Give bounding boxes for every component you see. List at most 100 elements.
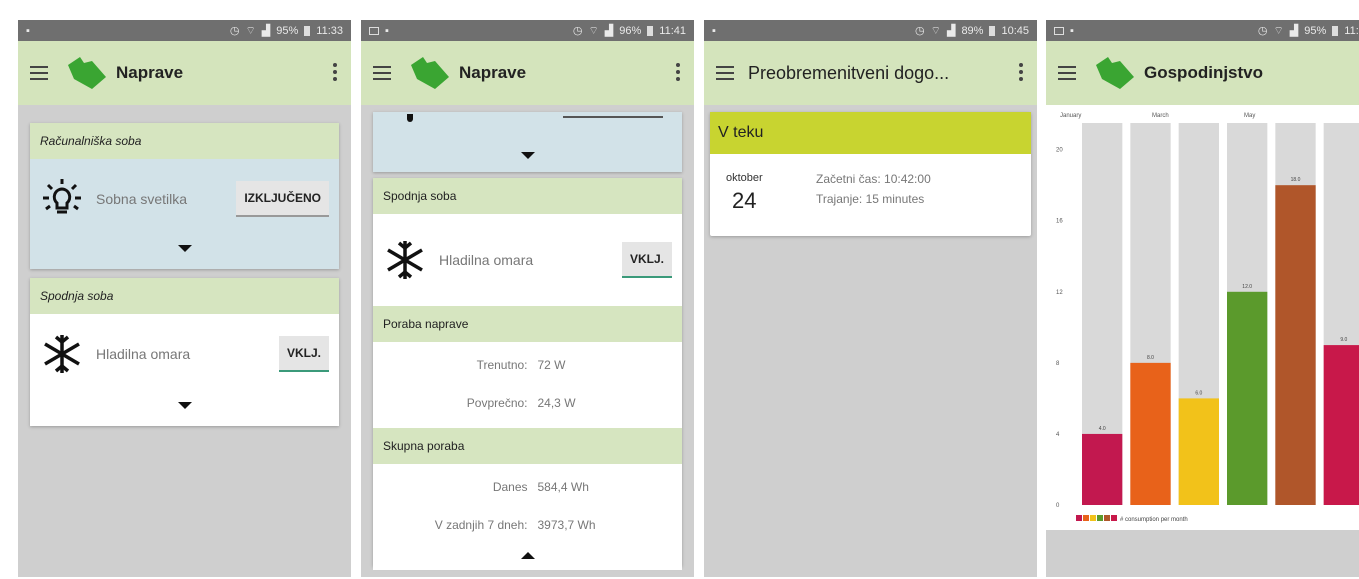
menu-icon[interactable] xyxy=(373,66,391,80)
event-card[interactable]: V teku oktober 24 Začetni čas: 10:42:00 … xyxy=(710,112,1031,236)
y-tick-label: 0 xyxy=(1056,503,1060,509)
clock: 11:34 xyxy=(1344,24,1359,37)
clock: 11:41 xyxy=(659,24,686,37)
column-header-label: March xyxy=(1152,113,1169,119)
app-logo xyxy=(68,57,106,89)
y-tick-label: 16 xyxy=(1056,219,1063,225)
battery-icon xyxy=(1332,25,1339,36)
scroll-fragment xyxy=(563,116,663,118)
toggle-button[interactable]: IZKLJUČENO xyxy=(236,181,329,217)
room-title: Spodnja soba xyxy=(30,278,339,314)
legend-swatch xyxy=(1083,515,1089,521)
alarm-icon: ◷ xyxy=(229,25,240,37)
status-bar: ▪ ◷ ⌔ ▟ 95% 11:33 xyxy=(18,20,351,41)
status-bar: ▪ ◷ ⌔ ▟ 96% 11:41 xyxy=(361,20,694,41)
battery-percent: 89% xyxy=(961,24,984,37)
screenshot-icon xyxy=(369,26,379,35)
bar xyxy=(1130,362,1171,505)
expand-icon[interactable] xyxy=(177,245,192,252)
kv-row: V zadnjih 7 dneh: 3973,7 Wh xyxy=(373,506,682,544)
chart-panel: January March May 0 4 8 12 16 20 4.0 8.0 6.0 12.0 18.… xyxy=(1046,105,1359,530)
snowflake-icon xyxy=(387,241,423,279)
screen-overload-events: ▪ ◷ ⌔ ▟ 89% 10:45 Preobremenitveni dogo.… xyxy=(704,20,1037,577)
legend-label: # consumption per month xyxy=(1120,517,1188,523)
current-label: Trenutno: xyxy=(476,358,528,372)
battery-percent: 95% xyxy=(276,24,299,37)
menu-icon[interactable] xyxy=(716,66,734,80)
app-logo xyxy=(411,57,449,89)
today-value: 584,4 Wh xyxy=(537,480,589,494)
bar xyxy=(1082,433,1123,505)
current-value: 72 W xyxy=(537,358,566,372)
screen-device-detail: ▪ ◷ ⌔ ▟ 96% 11:41 Naprave Spodnja soba H… xyxy=(361,20,694,577)
expand-icon[interactable] xyxy=(177,402,192,409)
legend-swatch xyxy=(1104,515,1110,521)
page-title: Naprave xyxy=(116,63,184,82)
room-card-partial xyxy=(373,112,682,172)
kv-row: Trenutno: 72 W xyxy=(373,346,682,384)
event-month: oktober xyxy=(726,172,763,184)
collapse-bar[interactable] xyxy=(373,542,682,570)
battery-percent: 96% xyxy=(619,24,642,37)
page-title: Preobremenitveni dogo... xyxy=(748,62,950,83)
collapse-icon[interactable] xyxy=(520,552,535,559)
data-label: 6.0 xyxy=(1195,390,1202,396)
room-title: Spodnja soba xyxy=(373,178,682,214)
toggle-button[interactable]: VKLJ. xyxy=(278,336,329,372)
column-header-label: May xyxy=(1244,113,1255,119)
app-bar: Naprave xyxy=(361,41,694,105)
data-label: 4.0 xyxy=(1099,426,1106,432)
column-header-label: January xyxy=(1060,113,1081,119)
status-bar: ▪ ◷ ⌔ ▟ 95% 11:34 xyxy=(1046,20,1359,41)
expand-icon[interactable] xyxy=(520,152,535,159)
y-tick-label: 8 xyxy=(1056,361,1060,367)
wifi-icon: ⌔ xyxy=(245,24,256,37)
clock: 10:45 xyxy=(1001,24,1029,37)
week-label: V zadnjih 7 dneh: xyxy=(434,518,528,532)
kv-row: Povprečno: 24,3 W xyxy=(373,384,682,422)
notification-icon: ▪ xyxy=(712,24,716,37)
app-bar: Naprave xyxy=(18,41,351,105)
status-bar: ▪ ◷ ⌔ ▟ 89% 10:45 xyxy=(704,20,1037,41)
legend-swatch xyxy=(1111,515,1117,521)
data-label: 18.0 xyxy=(1291,177,1301,183)
device-detail-card: Spodnja soba Hladilna omara VKLJ. Poraba… xyxy=(373,178,682,566)
data-label: 12.0 xyxy=(1242,284,1252,290)
legend-swatch xyxy=(1090,515,1096,521)
alarm-icon: ◷ xyxy=(1257,25,1268,37)
menu-icon[interactable] xyxy=(1058,66,1076,80)
signal-icon: ▟ xyxy=(1289,25,1299,37)
section-title: V teku xyxy=(710,112,1031,154)
lightbulb-icon xyxy=(43,179,81,214)
screen-devices: ▪ ◷ ⌔ ▟ 95% 11:33 Naprave Računalniška s… xyxy=(18,20,351,577)
bar xyxy=(1227,291,1268,505)
notification-icon: ▪ xyxy=(26,24,30,37)
app-bar: Preobremenitveni dogo... xyxy=(704,41,1037,105)
device-name: Hladilna omara xyxy=(439,252,534,268)
y-tick-label: 4 xyxy=(1056,432,1060,438)
overflow-menu-icon[interactable] xyxy=(1019,63,1023,81)
signal-icon: ▟ xyxy=(261,25,271,37)
scroll-fragment xyxy=(407,114,413,122)
battery-icon xyxy=(989,25,996,36)
notification-icon: ▪ xyxy=(1070,24,1074,37)
room-title: Računalniška soba xyxy=(30,123,339,159)
toggle-button[interactable]: VKLJ. xyxy=(621,242,672,278)
kv-row: Danes 584,4 Wh xyxy=(373,468,682,506)
notification-icon: ▪ xyxy=(385,24,389,37)
screenshot-icon xyxy=(1054,26,1064,35)
average-value: 24,3 W xyxy=(537,396,576,410)
y-tick-label: 12 xyxy=(1056,290,1063,296)
overflow-menu-icon[interactable] xyxy=(676,63,680,81)
wifi-icon: ⌔ xyxy=(1273,24,1284,37)
event-day: 24 xyxy=(732,188,757,213)
overflow-menu-icon[interactable] xyxy=(333,63,337,81)
menu-icon[interactable] xyxy=(30,66,48,80)
device-name: Hladilna omara xyxy=(96,346,191,362)
battery-icon xyxy=(647,25,654,36)
section-title: Poraba naprave xyxy=(373,306,682,342)
consumption-chart: January March May 0 4 8 12 16 20 4.0 8.0 6.0 12.0 18.… xyxy=(1056,113,1359,523)
wifi-icon: ⌔ xyxy=(930,24,941,37)
screen-household: ▪ ◷ ⌔ ▟ 95% 11:34 Gospodinjstvo January M… xyxy=(1046,20,1359,577)
bar xyxy=(1323,345,1359,505)
